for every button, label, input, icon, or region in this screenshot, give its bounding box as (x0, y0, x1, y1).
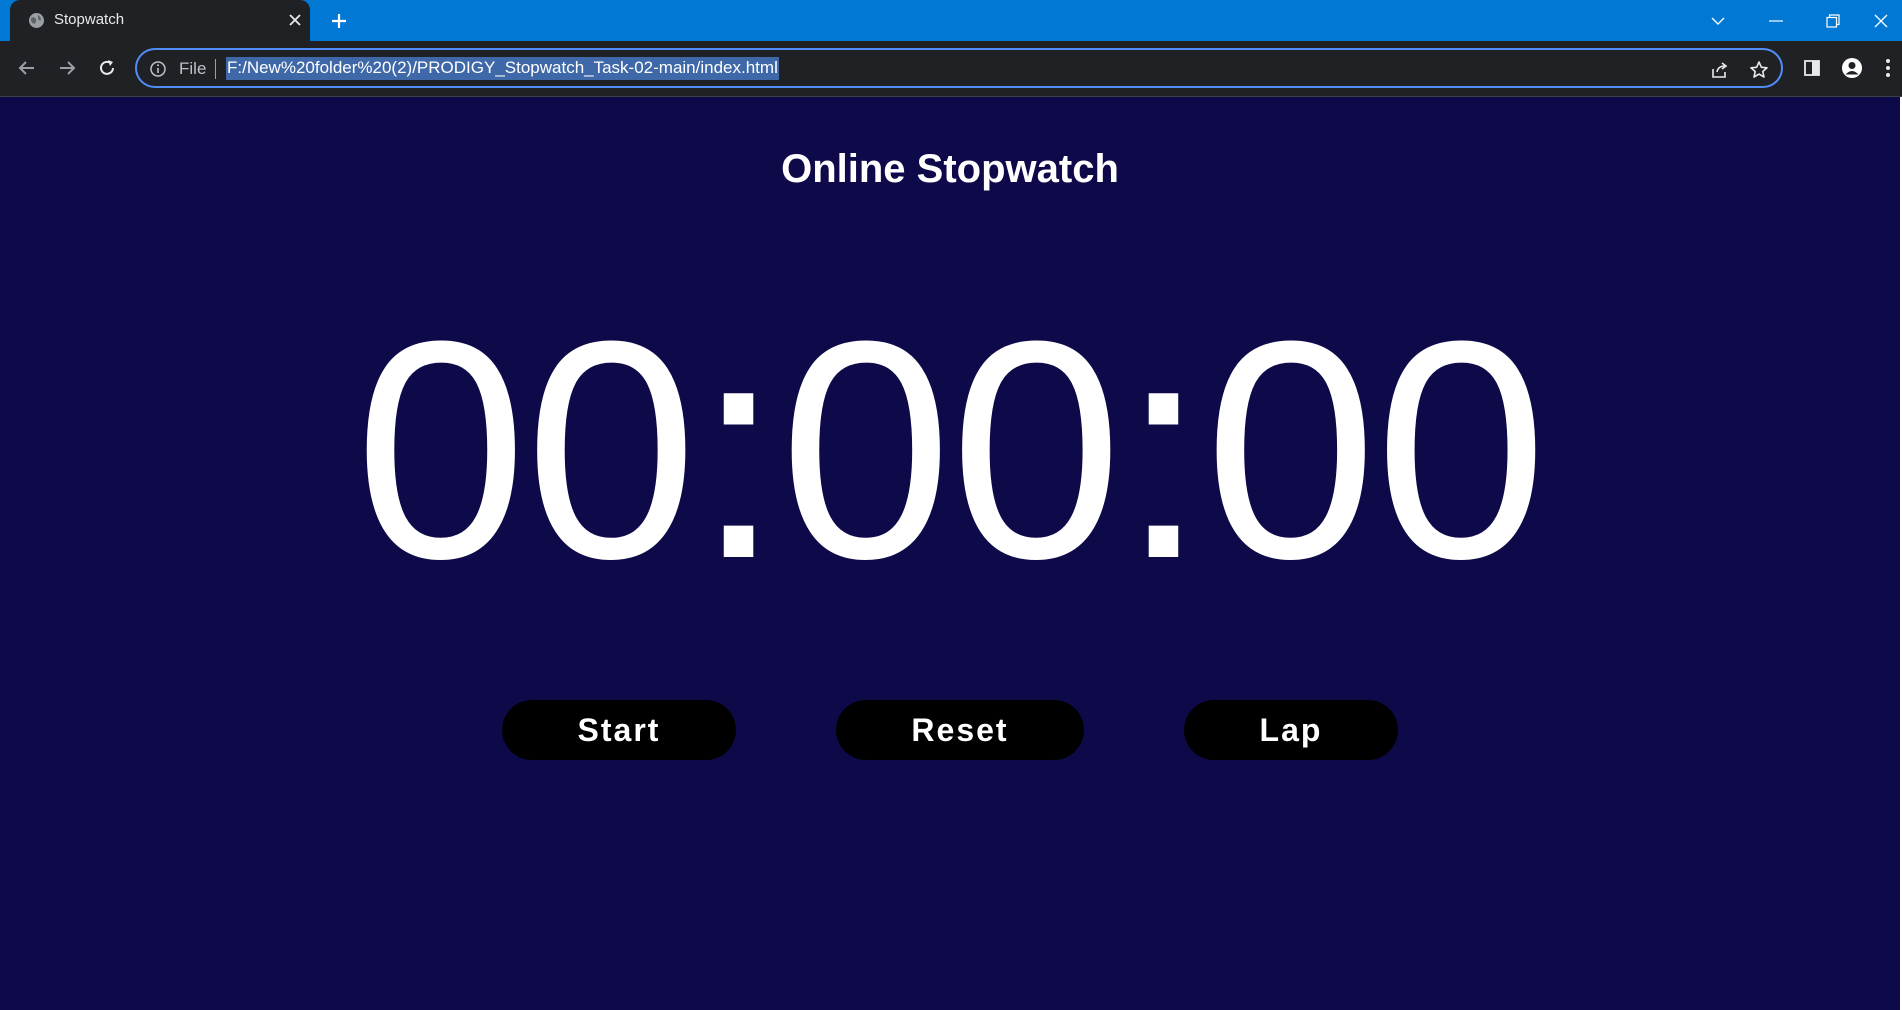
reload-icon[interactable] (92, 53, 122, 83)
side-panel-icon[interactable] (1797, 53, 1827, 83)
address-scheme-chip: File (179, 59, 207, 78)
info-icon[interactable] (149, 60, 167, 78)
close-window-icon[interactable] (1860, 0, 1902, 41)
chip-divider (215, 59, 216, 79)
reset-button[interactable]: Reset (836, 700, 1084, 760)
profile-avatar-icon[interactable] (1837, 53, 1867, 83)
lap-button[interactable]: Lap (1184, 700, 1398, 760)
page-heading: Online Stopwatch (781, 147, 1119, 191)
active-tab[interactable]: Stopwatch (10, 0, 310, 41)
stopwatch-display: 00:00:00 (354, 276, 1548, 623)
new-tab-icon[interactable] (326, 8, 352, 34)
tab-title: Stopwatch (54, 11, 125, 28)
back-arrow-icon[interactable] (12, 53, 42, 83)
address-bar[interactable]: File F:/New%20folder%20(2)/PRODIGY_Stopw… (135, 48, 1783, 88)
restore-icon[interactable] (1805, 0, 1861, 41)
tab-search-icon[interactable] (1690, 0, 1746, 41)
url-text[interactable]: F:/New%20folder%20(2)/PRODIGY_Stopwatch_… (226, 57, 779, 80)
globe-icon (28, 12, 45, 29)
share-icon[interactable] (1709, 59, 1731, 81)
browser-titlebar: Stopwatch (0, 0, 1902, 41)
browser-toolbar: File F:/New%20folder%20(2)/PRODIGY_Stopw… (0, 41, 1902, 97)
close-tab-icon[interactable] (284, 9, 306, 31)
start-button[interactable]: Start (502, 700, 736, 760)
bookmark-star-icon[interactable] (1748, 59, 1770, 81)
forward-arrow-icon[interactable] (52, 53, 82, 83)
minimize-icon[interactable] (1748, 0, 1804, 41)
menu-dots-icon[interactable] (1877, 53, 1899, 83)
